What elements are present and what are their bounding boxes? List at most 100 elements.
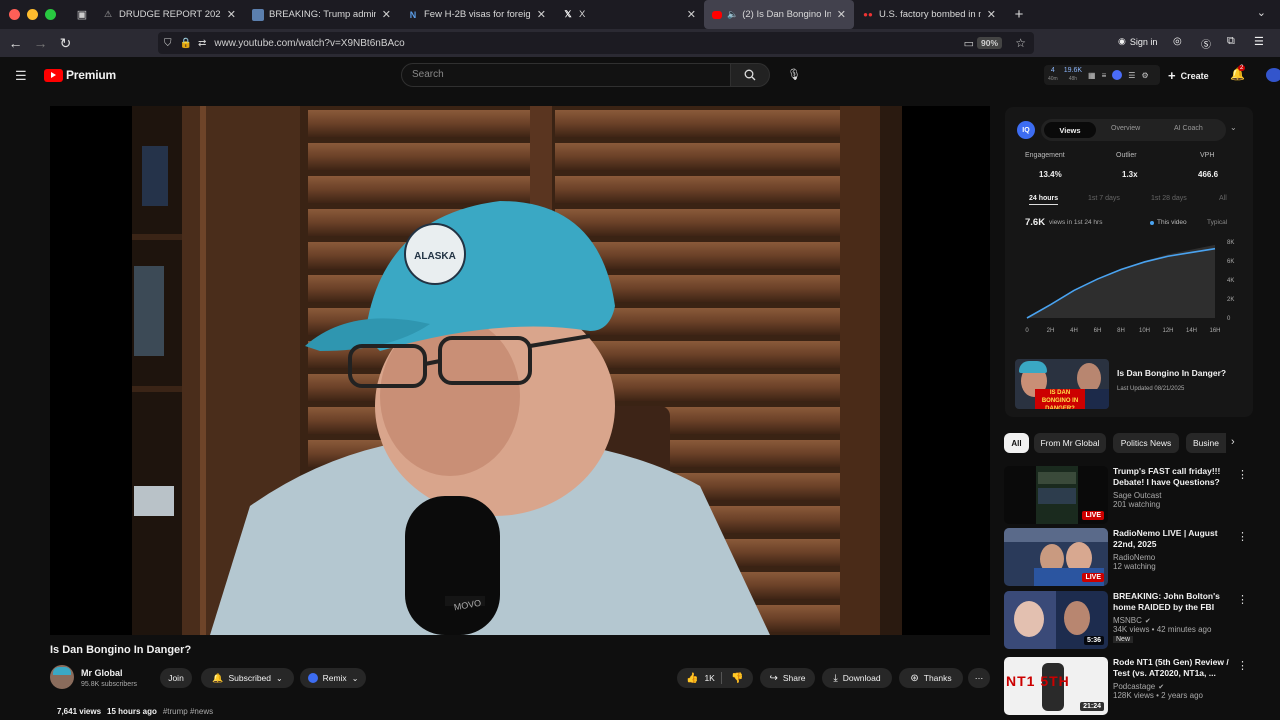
tab-youtube-active[interactable]: 🔈 (2) Is Dan Bongino In Dange ✕ (704, 0, 854, 29)
recommendation-channel[interactable]: Sage Outcast (1113, 491, 1237, 500)
range-1st-7-days[interactable]: 1st 7 days (1088, 195, 1120, 202)
bookmark-star-icon[interactable]: ☆ (1015, 36, 1026, 50)
filter-business[interactable]: Busine (1186, 433, 1226, 453)
account-icon: ◉ (1118, 36, 1126, 46)
close-tab-icon[interactable]: ✕ (687, 8, 696, 21)
list-item[interactable]: LIVE Trump's FAST call friday!!! Debate!… (1004, 466, 1254, 524)
vidiq-toolbar[interactable]: 4 40m 19.6K 48h ▦ ≡ ☰ ⚙ (1044, 65, 1160, 85)
filter-from-channel[interactable]: From Mr Global (1034, 433, 1106, 453)
chevron-right-icon[interactable]: › (1231, 436, 1235, 448)
channel-avatar[interactable] (50, 665, 74, 689)
app-menu-icon[interactable]: ☰ (1254, 35, 1264, 48)
extension-mask-icon[interactable]: ◎ (1173, 36, 1182, 47)
list-item[interactable]: NT1 5TH 21:24 Rode NT1 (5th Gen) Review … (1004, 657, 1254, 715)
tab-drudge[interactable]: ⚠ DRUDGE REPORT 2025® ✕ (94, 0, 244, 29)
hashtags[interactable]: #trump #news (163, 707, 213, 716)
video-player[interactable]: ALASKA MOVO (50, 106, 990, 635)
recommendation-thumbnail[interactable]: LIVE (1004, 466, 1108, 524)
reader-view-icon[interactable]: ▭ (964, 37, 974, 50)
youtube-premium-logo[interactable]: Premium (44, 68, 116, 82)
recommendation-thumbnail[interactable]: 5:36 (1004, 591, 1108, 649)
channel-name[interactable]: Mr Global (81, 668, 123, 678)
subscribed-button[interactable]: 🔔 Subscribed ⌄ (201, 668, 294, 688)
join-button[interactable]: Join (160, 668, 192, 688)
tab-ai-coach[interactable]: AI Coach (1174, 125, 1203, 132)
tab-views[interactable]: Views (1044, 122, 1096, 138)
more-options-icon[interactable]: ⋮ (1237, 593, 1248, 606)
close-tab-icon[interactable]: ✕ (837, 8, 846, 21)
vidiq-menu-icon[interactable]: ☰ (1128, 71, 1135, 80)
share-button[interactable]: ↪ Share (760, 668, 815, 688)
download-button[interactable]: ⤓ Download (822, 668, 892, 688)
thanks-button[interactable]: ⊛ Thanks (899, 668, 963, 688)
like-thumb-icon[interactable]: 👍 (686, 673, 698, 684)
more-options-icon[interactable]: ⋮ (1237, 530, 1248, 543)
search-button[interactable] (730, 63, 770, 87)
back-button[interactable]: ← (3, 35, 28, 51)
forward-button[interactable]: → (28, 35, 53, 51)
address-bar[interactable]: ⛉ 🔒 ⇄ www.youtube.com/watch?v=X9NBt6nBAc… (158, 32, 1034, 54)
lock-icon[interactable]: 🔒 (180, 38, 192, 49)
permissions-icon[interactable]: ⇄ (198, 38, 206, 49)
tab-x[interactable]: 𝕏 X ✕ (554, 0, 704, 29)
tab-breaking-trump[interactable]: BREAKING: Trump administrati ✕ (244, 0, 399, 29)
list-item[interactable]: 5:36 BREAKING: John Bolton's home RAIDED… (1004, 591, 1254, 649)
voice-search-mic-icon[interactable]: 🎙 (787, 68, 801, 81)
dislike-thumb-icon[interactable]: 👎 (731, 673, 743, 684)
tab-factory-bombed[interactable]: ●● U.S. factory bombed in massive ✕ (854, 0, 1004, 29)
sign-in-button[interactable]: ◉ Sign in (1118, 36, 1157, 47)
shield-icon[interactable]: ⛉ (164, 38, 172, 49)
vidiq-grid-icon[interactable]: ▦ (1088, 71, 1096, 80)
search-input[interactable]: Search (401, 63, 731, 87)
filter-politics-news[interactable]: Politics News (1113, 433, 1179, 453)
recommendation-title[interactable]: Trump's FAST call friday!!! Debate! I ha… (1113, 466, 1237, 488)
new-tab-button[interactable]: + (1004, 6, 1034, 23)
vidiq-list-icon[interactable]: ≡ (1102, 71, 1107, 80)
speaker-icon[interactable]: 🔈 (727, 9, 738, 20)
close-tab-icon[interactable]: ✕ (987, 8, 996, 21)
minimize-window-button[interactable] (27, 9, 38, 20)
vidiq-settings-icon[interactable]: ⚙ (1141, 71, 1148, 80)
vidiq-logo-icon[interactable] (1112, 70, 1123, 80)
recommendation-title[interactable]: RadioNemo LIVE | August 22nd, 2025 (1113, 528, 1237, 550)
zoom-window-button[interactable] (45, 9, 56, 20)
close-tab-icon[interactable]: ✕ (382, 8, 391, 21)
close-tab-icon[interactable]: ✕ (537, 8, 546, 21)
avatar[interactable] (1266, 68, 1280, 82)
tab-manager-icon[interactable]: ▣ (70, 8, 94, 21)
reload-button[interactable]: ↻ (53, 35, 78, 52)
like-count[interactable]: 1K (704, 673, 714, 683)
range-1st-28-days[interactable]: 1st 28 days (1151, 195, 1187, 202)
close-tab-icon[interactable]: ✕ (227, 8, 236, 21)
remix-button[interactable]: Remix ⌄ (300, 668, 366, 688)
recommendation-title[interactable]: Rode NT1 (5th Gen) Review / Test (vs. AT… (1113, 657, 1237, 679)
y-tick-label: 2K (1227, 297, 1234, 303)
tab-h2b-visas[interactable]: N Few H-2B visas for foreign work ✕ (399, 0, 554, 29)
create-button[interactable]: + Create (1168, 68, 1209, 83)
recommendation-channel[interactable]: MSNBC (1113, 616, 1142, 625)
extensions-puzzle-icon[interactable]: ⧉ (1227, 35, 1235, 48)
hamburger-menu-icon[interactable]: ☰ (15, 68, 27, 84)
list-item[interactable]: LIVE RadioNemo LIVE | August 22nd, 2025 … (1004, 528, 1254, 586)
more-options-icon[interactable]: ⋮ (1237, 659, 1248, 672)
brand-label: Premium (66, 68, 116, 82)
recommendation-channel[interactable]: RadioNemo (1113, 553, 1237, 562)
tab-list-chevron-icon[interactable]: ⌄ (1257, 6, 1266, 19)
more-actions-icon[interactable]: ⋯ (968, 668, 990, 688)
chevron-down-icon[interactable]: ⌄ (1230, 123, 1237, 132)
tab-overview[interactable]: Overview (1111, 125, 1140, 132)
tab-title: BREAKING: Trump administrati (269, 9, 376, 20)
range-24-hours[interactable]: 24 hours (1029, 195, 1059, 205)
extension-s-icon[interactable]: Ⓢ (1201, 36, 1211, 51)
recommendation-thumbnail[interactable]: NT1 5TH 21:24 (1004, 657, 1108, 715)
recommendation-channel[interactable]: Podcastage (1113, 682, 1155, 691)
recommendation-title[interactable]: BREAKING: John Bolton's home RAIDED by t… (1113, 591, 1237, 613)
filter-all[interactable]: All (1004, 433, 1029, 453)
video-thumbnail-small[interactable]: IS DAN BONGINO IN DANGER? (1015, 359, 1109, 409)
zoom-level[interactable]: 90% (976, 37, 1002, 49)
more-options-icon[interactable]: ⋮ (1237, 468, 1248, 481)
recommendation-thumbnail[interactable]: LIVE (1004, 528, 1108, 586)
range-all[interactable]: All (1219, 195, 1227, 202)
close-window-button[interactable] (9, 9, 20, 20)
vidiq-logo-icon[interactable]: IQ (1017, 121, 1035, 139)
